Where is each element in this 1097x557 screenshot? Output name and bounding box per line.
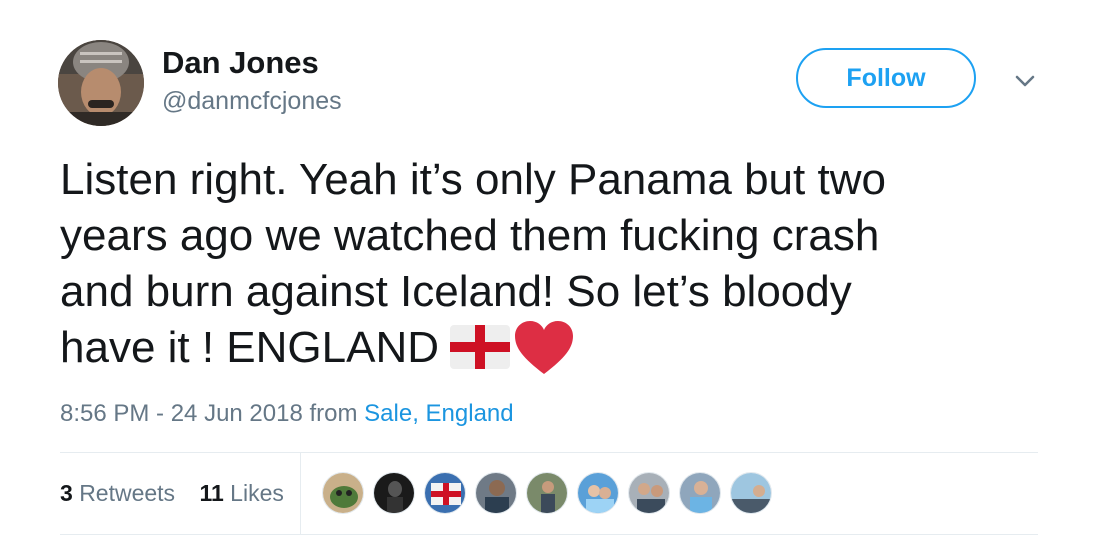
follow-button[interactable]: Follow bbox=[796, 48, 976, 108]
tweet-text: Listen right. Yeah it’s only Panama but … bbox=[60, 152, 1050, 376]
tweet-stats: 3 Retweets 11 Likes bbox=[60, 478, 302, 508]
liker-avatar[interactable] bbox=[475, 472, 517, 514]
tweet-meta: 8:56 PM - 24 Jun 2018 from Sale, England bbox=[60, 398, 514, 430]
tweet-timestamp[interactable]: 8:56 PM - 24 Jun 2018 bbox=[60, 400, 303, 427]
likes-label: Likes bbox=[230, 480, 284, 506]
avatar[interactable] bbox=[58, 40, 144, 126]
liker-avatar[interactable] bbox=[577, 472, 619, 514]
liker-avatar[interactable] bbox=[526, 472, 568, 514]
tweet-text-line: and burn against Iceland! So let’s blood… bbox=[60, 267, 852, 316]
tweet-source-prefix: from bbox=[309, 400, 358, 427]
tweet-text-line: have it ! ENGLAND bbox=[60, 323, 440, 372]
divider bbox=[60, 452, 1038, 453]
tweet-text-line-last: have it ! ENGLAND bbox=[60, 320, 1050, 376]
liker-avatar[interactable] bbox=[424, 472, 466, 514]
chevron-down-icon[interactable] bbox=[1012, 68, 1038, 94]
liker-avatar[interactable] bbox=[730, 472, 772, 514]
user-handle[interactable]: @danmcfcjones bbox=[162, 86, 342, 116]
liker-avatar[interactable] bbox=[679, 472, 721, 514]
tweet-location-link[interactable]: Sale, England bbox=[364, 400, 513, 427]
tweet-text-line: years ago we watched them fucking crash bbox=[60, 211, 880, 260]
divider bbox=[60, 534, 1038, 535]
likes-count: 11 bbox=[199, 480, 224, 506]
tweet-text-line: Listen right. Yeah it’s only Panama but … bbox=[60, 155, 886, 204]
retweets-count: 3 bbox=[60, 480, 73, 506]
likers-avatars bbox=[322, 472, 781, 516]
avatar-image bbox=[58, 40, 144, 126]
likes-stat[interactable]: 11 Likes bbox=[199, 478, 283, 508]
user-name[interactable]: Dan Jones bbox=[162, 44, 319, 82]
divider-vertical bbox=[300, 453, 301, 534]
liker-avatar[interactable] bbox=[628, 472, 670, 514]
red-heart-icon bbox=[515, 321, 574, 374]
retweets-stat[interactable]: 3 Retweets bbox=[60, 478, 175, 508]
liker-avatar[interactable] bbox=[373, 472, 415, 514]
liker-avatar[interactable] bbox=[322, 472, 364, 514]
england-flag-icon bbox=[450, 325, 511, 369]
retweets-label: Retweets bbox=[79, 480, 176, 506]
tweet-card: Dan Jones @danmcfcjones Follow Listen ri… bbox=[0, 0, 1097, 557]
